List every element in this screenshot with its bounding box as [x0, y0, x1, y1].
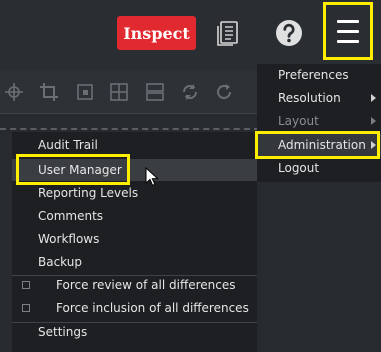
- submenu-item-label: Comments: [38, 209, 104, 223]
- menu-item-preferences[interactable]: Preferences: [257, 64, 381, 87]
- submenu-item-label: Backup: [38, 255, 82, 269]
- menu-item-label: Logout: [278, 161, 320, 175]
- submenu-item-reporting-levels[interactable]: Reporting Levels: [12, 182, 257, 204]
- submenu-item-label: Settings: [38, 325, 88, 339]
- force-inclusion-option[interactable]: Force inclusion of all differences: [12, 297, 257, 319]
- option-label: Force review of all differences: [56, 278, 236, 292]
- option-label: Force inclusion of all differences: [56, 301, 249, 315]
- reload-icon[interactable]: [215, 83, 233, 101]
- menu-item-logout[interactable]: Logout: [257, 157, 381, 180]
- submenu-item-settings[interactable]: Settings: [12, 321, 257, 343]
- inspect-button[interactable]: Inspect: [117, 16, 196, 50]
- menu-item-label: Preferences: [278, 68, 349, 82]
- chevron-right-icon: [371, 94, 376, 102]
- submenu-item-label: Audit Trail: [38, 138, 98, 152]
- administration-highlight: [255, 131, 380, 159]
- submenu-item-backup[interactable]: Backup: [12, 251, 257, 273]
- submenu-item-label: Reporting Levels: [38, 186, 139, 200]
- mouse-pointer-icon: [145, 167, 159, 186]
- crosshair-icon[interactable]: [5, 83, 23, 101]
- chevron-right-icon: [371, 117, 376, 125]
- submenu-item-comments[interactable]: Comments: [12, 205, 257, 227]
- hamburger-menu-button[interactable]: [323, 2, 373, 60]
- report-document-icon[interactable]: [212, 17, 244, 49]
- layers-icon[interactable]: [146, 83, 164, 101]
- dashed-guide-line: [0, 128, 260, 130]
- menu-item-resolution[interactable]: Resolution: [257, 87, 381, 110]
- submenu-item-workflows[interactable]: Workflows: [12, 228, 257, 250]
- submenu-item-audit-trail[interactable]: Audit Trail: [12, 134, 257, 156]
- menu-item-label: Resolution: [278, 91, 341, 105]
- main-menu: Preferences Resolution Layout Administra…: [257, 64, 381, 182]
- force-inclusion-checkbox[interactable]: [22, 304, 30, 312]
- refresh-icon[interactable]: [181, 83, 199, 101]
- menu-item-label: Layout: [278, 114, 319, 128]
- crop-icon[interactable]: [40, 83, 58, 101]
- submenu-item-label: Workflows: [38, 232, 100, 246]
- menu-item-layout: Layout: [257, 110, 381, 133]
- help-circle-icon[interactable]: [273, 17, 305, 49]
- user-manager-highlight: [16, 154, 130, 185]
- force-review-checkbox[interactable]: [22, 281, 30, 289]
- grid-icon[interactable]: [110, 83, 128, 101]
- force-review-option[interactable]: Force review of all differences: [12, 274, 257, 296]
- region-icon[interactable]: [76, 83, 94, 101]
